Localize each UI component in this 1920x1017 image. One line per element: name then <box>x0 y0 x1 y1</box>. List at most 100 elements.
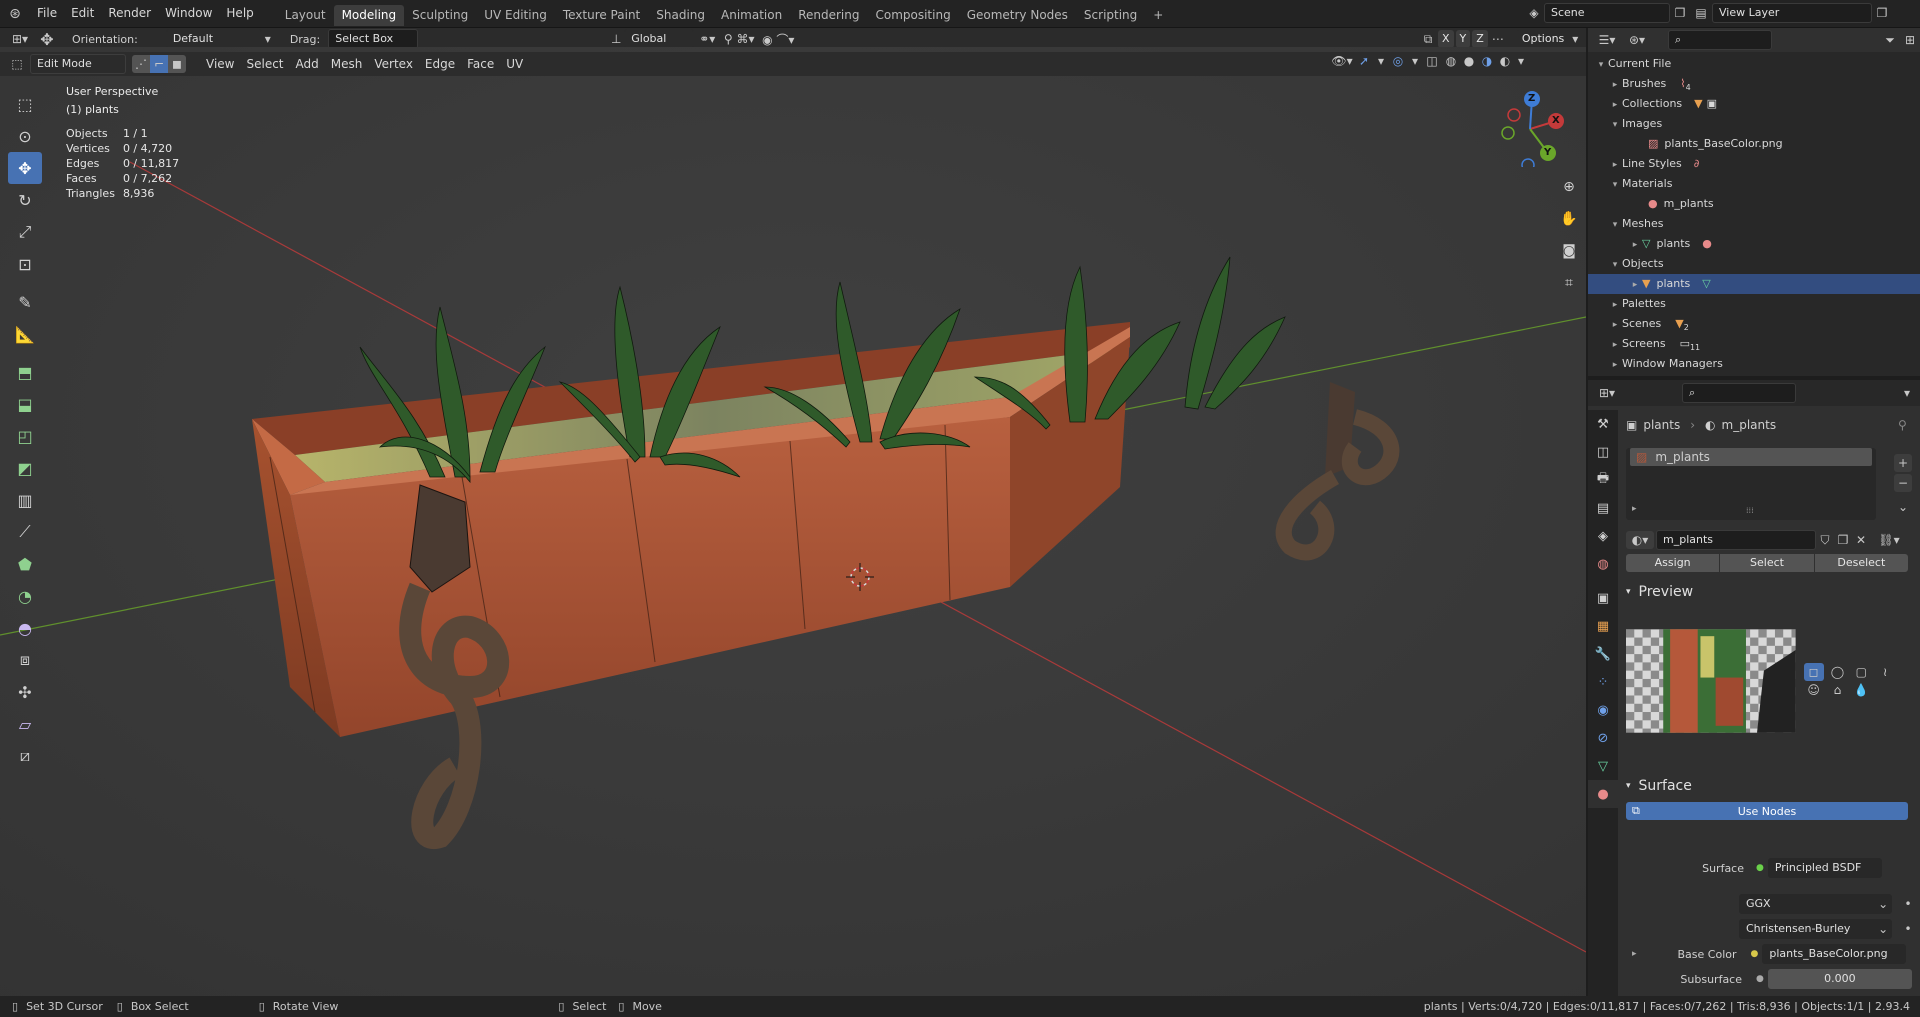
axis-x-toggle[interactable]: X <box>1438 30 1454 48</box>
outliner-item-image[interactable]: ▨ plants_BaseColor.png <box>1588 134 1920 154</box>
outliner-item-collections[interactable]: ▸ Collections ▼ ▣ <box>1588 94 1920 114</box>
pin-icon[interactable]: ⚲ <box>1898 418 1907 432</box>
face-select-icon[interactable]: ◼ <box>168 55 186 73</box>
tab-modeling[interactable]: Modeling <box>333 4 405 26</box>
scene-field[interactable]: Scene <box>1544 3 1670 23</box>
extrude-tool-icon[interactable]: ⬓ <box>8 388 42 420</box>
menu-select[interactable]: Select <box>240 57 289 71</box>
axis-y-toggle[interactable]: Y <box>1455 30 1471 48</box>
scene-icon[interactable]: ◈ <box>1524 6 1544 20</box>
menu-vertex[interactable]: Vertex <box>368 57 419 71</box>
outliner-item-brushes[interactable]: ▸ Brushes ⌇4 <box>1588 74 1920 94</box>
surface-shader-field[interactable]: Principled BSDF <box>1767 858 1882 878</box>
copy-scene-icon[interactable]: ❐ <box>1670 6 1690 20</box>
material-tab-icon[interactable]: ● <box>1588 780 1618 808</box>
material-slot-row[interactable]: ▨ m_plants <box>1630 448 1872 466</box>
knife-tool-icon[interactable]: ⟋ <box>8 516 42 548</box>
outliner-item-materials[interactable]: ▾ Materials <box>1588 174 1920 194</box>
shear-tool-icon[interactable]: ▱ <box>8 708 42 740</box>
outliner-item-palettes[interactable]: ▸ Palettes <box>1588 294 1920 314</box>
axis-z-toggle[interactable]: Z <box>1472 30 1488 48</box>
shrink-fatten-tool-icon[interactable]: ✣ <box>8 676 42 708</box>
remove-slot-icon[interactable]: − <box>1894 474 1912 492</box>
world-tab-icon[interactable]: ◍ <box>1588 550 1618 578</box>
outliner-item-screens[interactable]: ▸ Screens ▭11 <box>1588 334 1920 354</box>
zoom-icon[interactable]: ⊕ <box>1552 171 1586 203</box>
add-slot-icon[interactable]: + <box>1894 454 1912 472</box>
menu-window[interactable]: Window <box>158 0 219 27</box>
monkey-preview-icon[interactable]: ☺ <box>1804 681 1824 699</box>
add-cube-tool-icon[interactable]: ⬒ <box>8 356 42 388</box>
solid-shading-icon[interactable]: ● <box>1460 54 1478 68</box>
pan-hand-icon[interactable]: ✋ <box>1552 203 1586 235</box>
poly-build-tool-icon[interactable]: ⬟ <box>8 548 42 580</box>
physics-tab-icon[interactable]: ◉ <box>1588 696 1618 724</box>
mirror-icon[interactable]: ⧉ <box>1418 32 1438 47</box>
tab-compositing[interactable]: Compositing <box>867 5 958 26</box>
mode-dropdown[interactable]: Edit Mode <box>30 54 126 74</box>
outliner-item-images[interactable]: ▾ Images <box>1588 114 1920 134</box>
browse-material-icon[interactable]: ◐▾ <box>1626 531 1654 549</box>
options-dropdown[interactable]: Options <box>1515 30 1571 48</box>
spin-tool-icon[interactable]: ◔ <box>8 580 42 612</box>
measure-tool-icon[interactable]: 📐 <box>8 318 42 350</box>
hair-preview-icon[interactable]: ≀ <box>1875 663 1895 681</box>
particles-tab-icon[interactable]: ⁘ <box>1588 668 1618 696</box>
orientation-dropdown[interactable]: Default <box>165 29 262 49</box>
tab-scripting[interactable]: Scripting <box>1076 5 1145 26</box>
tool-tab-icon[interactable]: ⚒ <box>1588 410 1618 438</box>
editor-type-icon[interactable]: ☰▾ <box>1592 33 1622 47</box>
view-layer-icon[interactable]: ▤ <box>1690 6 1712 20</box>
fluid-preview-icon[interactable]: 💧 <box>1851 681 1871 699</box>
add-workspace-button[interactable]: + <box>1145 5 1171 26</box>
transform-tool-icon[interactable]: ⊡ <box>8 248 42 280</box>
outliner-item-material[interactable]: ● m_plants <box>1588 194 1920 214</box>
smooth-tool-icon[interactable]: ◓ <box>8 612 42 644</box>
base-color-field[interactable]: plants_BaseColor.png <box>1762 944 1907 964</box>
link-icon[interactable]: ⛓▾ <box>1876 533 1902 547</box>
tab-layout[interactable]: Layout <box>277 5 334 26</box>
vertex-snap-icon[interactable]: ⋯ <box>1488 32 1508 46</box>
constraints-tab-icon[interactable]: ⊘ <box>1588 724 1618 752</box>
preview-panel-header[interactable]: ▾ Preview <box>1626 584 1916 600</box>
fake-user-icon[interactable]: ⛉ <box>1816 533 1834 548</box>
chevron-down-icon[interactable]: ▾ <box>1898 386 1916 400</box>
render-tab-icon[interactable]: ◫ <box>1588 438 1618 466</box>
annotate-tool-icon[interactable]: ✎ <box>8 286 42 318</box>
pivot-icon[interactable]: ⚭▾ <box>694 32 720 46</box>
edge-slide-tool-icon[interactable]: ⧈ <box>8 644 42 676</box>
subsurface-method-dropdown[interactable]: Christensen-Burley <box>1739 919 1893 939</box>
vertex-select-icon[interactable]: ⋰ <box>132 55 150 73</box>
visibility-icon[interactable]: 👁▾ <box>1330 54 1354 68</box>
duplicate-material-icon[interactable]: ❐ <box>1834 533 1852 547</box>
outliner-item-meshes[interactable]: ▾ Meshes <box>1588 214 1920 234</box>
tab-geometry-nodes[interactable]: Geometry Nodes <box>959 5 1076 26</box>
new-collection-icon[interactable]: ⊞ <box>1900 33 1920 47</box>
select-box-tool-icon[interactable]: ⬚ <box>8 88 42 120</box>
scale-tool-icon[interactable]: ⤢ <box>8 216 42 248</box>
menu-add[interactable]: Add <box>290 57 325 71</box>
resize-handle-icon[interactable]: ⁞⁞⁞ <box>1746 506 1754 515</box>
menu-mesh[interactable]: Mesh <box>325 57 369 71</box>
flat-preview-icon[interactable]: ◻ <box>1803 663 1824 681</box>
transform-space-dropdown[interactable]: Global <box>624 29 695 49</box>
data-tab-icon[interactable]: ▽ <box>1588 752 1618 780</box>
tab-shading[interactable]: Shading <box>648 5 713 26</box>
expand-icon[interactable]: ▸ <box>1632 504 1637 514</box>
subsurface-value-field[interactable]: 0.000 <box>1767 969 1912 989</box>
cube-preview-icon[interactable]: ▢ <box>1851 663 1871 681</box>
outliner-item-object[interactable]: ▸ ▼ plants ▽ <box>1588 274 1920 294</box>
outliner-item-line-styles[interactable]: ▸ Line Styles ∂ <box>1588 154 1920 174</box>
camera-icon[interactable]: ◙ <box>1552 235 1586 267</box>
cursor-tool-icon[interactable]: ⊙ <box>8 120 42 152</box>
inset-tool-icon[interactable]: ◰ <box>8 420 42 452</box>
blender-logo-icon[interactable]: ⊛ <box>0 6 30 22</box>
tab-uv-editing[interactable]: UV Editing <box>476 5 555 26</box>
chevron-down-icon[interactable]: ⌄ <box>1894 498 1912 516</box>
material-shading-icon[interactable]: ◑ <box>1478 54 1496 68</box>
collection-tab-icon[interactable]: ▣ <box>1588 584 1618 612</box>
copy-view-layer-icon[interactable]: ❐ <box>1872 6 1892 20</box>
chevron-down-icon[interactable]: ▾ <box>1374 54 1388 68</box>
gizmo-toggle-icon[interactable]: ➚ <box>1354 54 1374 68</box>
deselect-button[interactable]: Deselect <box>1814 554 1908 572</box>
